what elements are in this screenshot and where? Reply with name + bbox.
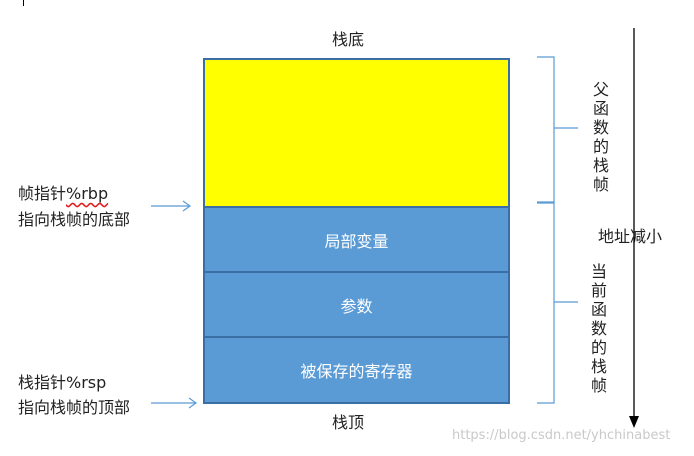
- diagram-lines: [151, 28, 639, 428]
- parent-frame-bracket: [537, 56, 578, 204]
- address-direction-arrow: [629, 28, 639, 428]
- rbp-arrow: [151, 200, 192, 212]
- watermark: https://blog.csdn.net/yhchinabest: [452, 428, 671, 443]
- rsp-arrow: [151, 397, 198, 409]
- current-frame-bracket: [537, 201, 578, 404]
